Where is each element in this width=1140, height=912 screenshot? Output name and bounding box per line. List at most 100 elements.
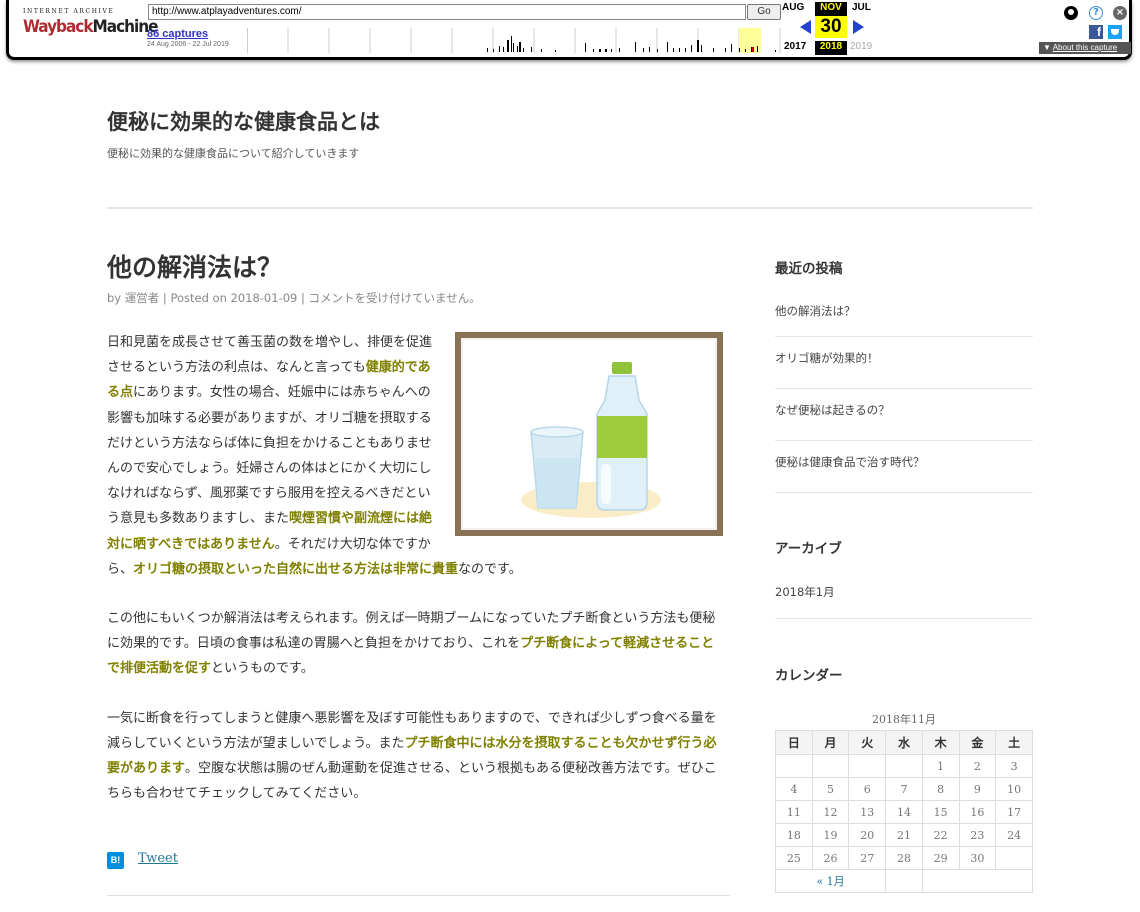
capture-sparkline[interactable] bbox=[247, 28, 783, 53]
calendar-weekday: 日 bbox=[775, 730, 813, 755]
calendar-empty bbox=[885, 754, 923, 778]
next-capture-arrow-icon[interactable] bbox=[853, 20, 864, 34]
calendar-day: 29 bbox=[921, 846, 960, 870]
calendar-weekday: 木 bbox=[921, 730, 960, 755]
calendar-day: 27 bbox=[848, 846, 887, 870]
calendar-day: 10 bbox=[995, 777, 1033, 801]
calendar-week-row: 123 bbox=[775, 754, 1033, 778]
calendar-pad bbox=[885, 869, 923, 893]
calendar-table: 日月火水木金土 1 2 3 4 5 6 7 8 9 10 11 12 13 14 15 16 17 18 19 20 2… bbox=[774, 730, 1034, 893]
calendar-weekday-row: 日月火水木金土 bbox=[775, 730, 1033, 755]
calendar-day: 8 bbox=[921, 777, 960, 801]
calendar-weekday: 水 bbox=[885, 730, 923, 755]
about-capture-button[interactable]: ▼ About this capture bbox=[1039, 42, 1131, 54]
calendar-weekday: 土 bbox=[995, 730, 1033, 755]
wayback-url-input[interactable]: http://www.atplayadventures.com/ bbox=[148, 4, 746, 20]
post-title[interactable]: 他の解消法は？ bbox=[107, 248, 282, 284]
recent-post-link[interactable]: オリゴ糖が効果的！ bbox=[775, 337, 1033, 389]
site-title[interactable]: 便秘に効果的な健康食品とは bbox=[107, 106, 380, 136]
text-segment: というものです。 bbox=[211, 661, 314, 677]
close-icon[interactable]: × bbox=[1113, 6, 1127, 20]
site-description: 便秘に効果的な健康食品について紹介していきます bbox=[107, 147, 360, 160]
calendar-day: 30 bbox=[958, 846, 997, 870]
post-divider bbox=[107, 895, 730, 896]
wayback-icon-group: ? × bbox=[1062, 4, 1132, 24]
calendar-day: 15 bbox=[921, 800, 960, 824]
header-divider bbox=[107, 207, 1033, 209]
calendar-empty bbox=[995, 846, 1033, 870]
calendar-day: 1 bbox=[921, 754, 960, 778]
tweet-link[interactable]: Tweet bbox=[138, 851, 178, 866]
calendar-day: 19 bbox=[811, 823, 850, 847]
capture-calendar-nav: AUG NOV JUL 30 2017 2018 2019 bbox=[782, 0, 878, 58]
calendar-day: 12 bbox=[811, 800, 850, 824]
text-segment: 。空腹な状態は腸のぜん動運動を促進させる、という根拠もある便秘改善方法です。ぜひ… bbox=[107, 761, 717, 802]
wayback-toolbar: INTERNET ARCHIVE WaybackMachine http://w… bbox=[6, 0, 1132, 60]
calendar-week-row: 18 19 20 21 22 23 24 bbox=[775, 823, 1033, 847]
post-body: 日和見菌を成長させて善玉菌の数を増やし、排便を促進させるという方法の利点は、なん… bbox=[107, 330, 723, 830]
calendar-day: 20 bbox=[848, 823, 887, 847]
facebook-icon[interactable]: f bbox=[1089, 25, 1103, 39]
water-bottle-image bbox=[455, 332, 723, 536]
captures-info: 86 captures 24 Aug 2006 - 22 Jul 2019 bbox=[147, 28, 229, 48]
calendar-empty bbox=[775, 754, 813, 778]
calendar-day: 6 bbox=[848, 777, 887, 801]
calendar-day: 24 bbox=[995, 823, 1033, 847]
post-paragraph-2: この他にもいくつか解消法は考えられます。例えば一時期ブームになっていたプチ断食と… bbox=[107, 606, 723, 682]
help-icon[interactable]: ? bbox=[1089, 6, 1103, 20]
calendar-caption: 2018年11月 bbox=[872, 713, 936, 726]
post-meta: by 運営者 | Posted on 2018-01-09 | コメントを受け付… bbox=[107, 291, 481, 305]
wayback-logo[interactable]: INTERNET ARCHIVE WaybackMachine bbox=[23, 8, 159, 37]
text-segment: なのです。 bbox=[458, 561, 522, 577]
hatena-bookmark-icon[interactable]: B! bbox=[107, 852, 124, 869]
calendar-weekday: 金 bbox=[958, 730, 997, 755]
prev-month-link[interactable]: AUG bbox=[782, 2, 804, 13]
highlighted-text: オリゴ糖の摂取といった自然に出せる方法は非常に貴重 bbox=[133, 561, 459, 577]
calendar-day: 3 bbox=[995, 754, 1033, 778]
calendar-day: 2 bbox=[958, 754, 997, 778]
calendar-day: 22 bbox=[921, 823, 960, 847]
calendar-day: 17 bbox=[995, 800, 1033, 824]
next-year-link[interactable]: 2019 bbox=[850, 41, 872, 52]
calendar-prev-month-link[interactable]: « 1月 bbox=[774, 869, 887, 893]
recent-posts-list: 他の解消法は？ オリゴ糖が効果的！ なぜ便秘は起きるの？ 便秘は健康食品で治す時… bbox=[775, 294, 1033, 493]
calendar-day: 13 bbox=[848, 800, 887, 824]
recent-post-link[interactable]: 便秘は健康食品で治す時代？ bbox=[775, 441, 1033, 493]
calendar-weekday: 火 bbox=[848, 730, 887, 755]
captures-link[interactable]: 86 captures bbox=[147, 28, 229, 40]
archive-link[interactable]: 2018年1月 bbox=[775, 584, 835, 600]
post-paragraph-3: 一気に断食を行ってしまうと健康へ悪影響を及ぼす可能性もありますので、できれば少し… bbox=[107, 706, 723, 807]
calendar-day: 28 bbox=[885, 846, 923, 870]
user-icon[interactable] bbox=[1064, 6, 1078, 20]
calendar-empty bbox=[811, 754, 850, 778]
calendar-day: 18 bbox=[775, 823, 813, 847]
twitter-icon[interactable] bbox=[1108, 25, 1122, 39]
recent-posts-heading: 最近の投稿 bbox=[775, 261, 843, 277]
calendar-next-month-empty bbox=[921, 869, 1034, 893]
calendar-day: 16 bbox=[958, 800, 997, 824]
next-month-link[interactable]: JUL bbox=[852, 2, 871, 13]
calendar-day: 14 bbox=[885, 800, 923, 824]
calendar-week-row: 25 26 27 28 29 30 bbox=[775, 846, 1033, 870]
recent-post-link[interactable]: 他の解消法は？ bbox=[775, 294, 1033, 337]
archive-divider bbox=[775, 618, 1033, 619]
calendar-heading: カレンダー bbox=[775, 668, 843, 684]
current-year: 2018 bbox=[815, 41, 847, 55]
text-segment: にあります。女性の場合、妊娠中には赤ちゃんへの影響も加味する必要がありますが、オ… bbox=[107, 385, 432, 527]
calendar-weekday: 月 bbox=[811, 730, 850, 755]
go-button[interactable]: Go bbox=[747, 4, 781, 20]
calendar-day: 7 bbox=[885, 777, 923, 801]
captures-range: 24 Aug 2006 - 22 Jul 2019 bbox=[147, 41, 229, 48]
prev-year-link[interactable]: 2017 bbox=[784, 41, 806, 52]
calendar-week-row: 4 5 6 7 8 9 10 bbox=[775, 777, 1033, 801]
wayback-machine-wordmark: WaybackMachine bbox=[23, 17, 159, 37]
calendar-day: 5 bbox=[811, 777, 850, 801]
calendar-day: 9 bbox=[958, 777, 997, 801]
current-day: 30 bbox=[815, 16, 847, 38]
calendar-week-row: 11 12 13 14 15 16 17 bbox=[775, 800, 1033, 824]
recent-post-link[interactable]: なぜ便秘は起きるの？ bbox=[775, 389, 1033, 441]
prev-capture-arrow-icon[interactable] bbox=[800, 20, 811, 34]
calendar-day: 21 bbox=[885, 823, 923, 847]
calendar-day: 25 bbox=[775, 846, 813, 870]
calendar-empty bbox=[848, 754, 887, 778]
